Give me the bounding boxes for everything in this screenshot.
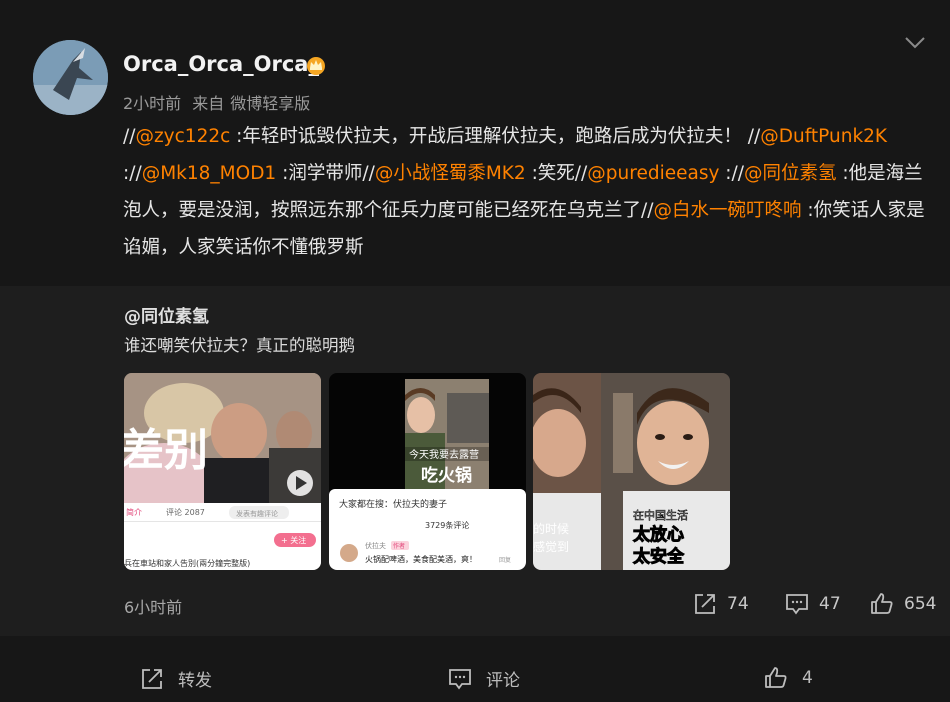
post-text: // [123,126,136,147]
repost-like-count[interactable]: 654 [870,592,936,616]
repost-text: 谁还嘲笑伏拉夫？真正的聪明鹅 [124,336,355,355]
comment-label: 评论 [486,671,520,691]
post-time: 2小时前 [123,94,182,113]
repost-icon [142,668,162,689]
thumb3-side2: 感觉到 [533,539,569,554]
thumb3-cap2: 太安全 [633,546,685,567]
avatar[interactable] [33,40,108,115]
repost-author[interactable]: @同位素氢 [124,302,209,327]
post-meta: 2小时前 来自 微博轻享版 [123,90,316,114]
thumb2-question: 大家都在搜：伏拉夫的妻子 [339,498,447,510]
mention-link[interactable]: @DuftPunk2K [760,126,887,147]
post-source[interactable]: 微博轻享版 [230,94,310,113]
repost-comment-count[interactable]: 47 [785,592,841,616]
thumb1-follow: + 关注 [281,535,306,545]
thumb2-banner1: 今天我要去露营 [409,448,479,461]
username[interactable]: Orca_Orca_Orca_ [123,52,319,76]
repost-label: 转发 [178,671,212,691]
repost-time: 6小时前 [124,598,183,617]
thumb1-overlay-text: 差别 [124,425,208,476]
comment-icon [449,668,471,689]
thumb3-cap1: 太放心 [633,524,684,545]
post-text: :笑死// [525,163,588,184]
like-button[interactable]: 4 [764,666,813,690]
like-count: 654 [904,594,937,614]
repost-button[interactable]: 转发 [140,666,212,691]
mention-link[interactable]: @puredieeasy [587,163,719,184]
chevron-down-icon[interactable] [904,36,926,50]
thumbs-up-icon [871,593,893,614]
repost-share-count[interactable]: 74 [693,592,749,616]
thumbs-up-icon [765,667,787,688]
thumb1-input: 发表有趣评论 [236,509,278,518]
repost-image-3[interactable]: 的时候 感觉到 在中国生活 太放心 太安全 [533,373,730,570]
weibo-post-card: Orca_Orca_Orca_ 2小时前 来自 微博轻享版 //@zyc122c … [0,0,950,702]
thumb2-banner2: 吃火锅 [421,465,472,486]
post-text: :// [719,163,744,184]
post-text: :年轻时诋毁伏拉夫，开战后理解伏拉夫，跑路后成为伏拉夫！ // [230,126,761,147]
like-label: 4 [802,668,813,688]
comment-count: 47 [819,594,841,614]
thumb2-reply: 回复 [499,556,511,564]
source-prefix: 来自 [192,94,225,113]
thumb1-tab-comments: 评论 2087 [166,507,205,517]
share-count: 74 [727,594,749,614]
thumb2-user: 伏拉夫 [365,541,386,550]
mention-link[interactable]: @zyc122c [135,126,230,147]
mention-link[interactable]: @同位素氢 [744,163,837,184]
post-text: :润学带师// [276,163,375,184]
thumb2-count: 3729条评论 [425,520,469,530]
post-content: //@zyc122c :年轻时诋毁伏拉夫，开战后理解伏拉夫，跑路后成为伏拉夫！ … [123,118,938,266]
comment-button[interactable]: 评论 [448,666,520,691]
repost-image-2[interactable]: 今天我要去露营 吃火锅 大家都在搜：伏拉夫的妻子 3729条评论 伏拉夫 作者 … [329,373,526,570]
thumb2-author-tag: 作者 [393,542,405,550]
thumb1-tab-intro: 简介 [126,507,142,517]
share-icon [695,594,715,614]
crown-badge-icon [307,57,325,75]
thumb3-side1: 的时候 [533,521,569,536]
post-text: :// [123,163,142,184]
thumb1-caption: 兵在車站和家人告別(兩分鐘完整版) [124,558,250,568]
mention-link[interactable]: @小战怪蜀黍MK2 [375,163,526,184]
thumb3-cap-small: 在中国生活 [633,508,688,522]
comment-icon [786,594,808,615]
mention-link[interactable]: @Mk18_MOD1 [142,163,277,184]
mention-link[interactable]: @白水一碗叮咚响 [653,200,801,221]
thumb2-comment: 火锅配啤酒，美食配美酒，爽！ [365,554,477,564]
repost-image-1[interactable]: 差别 简介 评论 2087 发表有趣评论 + 关注 兵在車站和家人告別(兩分鐘完… [124,373,321,570]
